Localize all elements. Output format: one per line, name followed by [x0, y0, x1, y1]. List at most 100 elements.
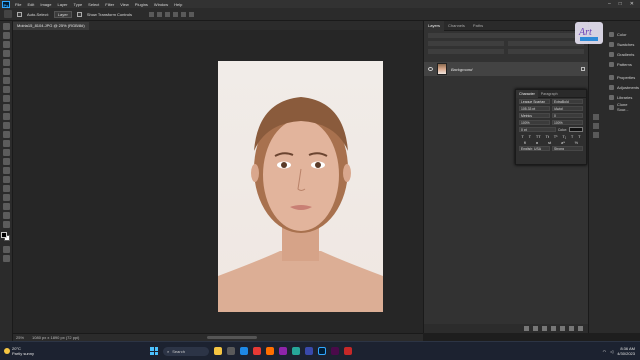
align-right-icon[interactable] — [164, 11, 170, 17]
vertical-scale-field[interactable]: 100% — [519, 120, 550, 125]
close-icon[interactable]: ✕ — [630, 1, 634, 7]
screen-mode-icon[interactable] — [2, 255, 10, 262]
adjustment-layer-icon[interactable] — [551, 326, 556, 331]
visibility-eye-icon[interactable] — [428, 67, 433, 71]
quick-selection-tool-icon[interactable] — [2, 59, 10, 66]
layer-style-icon[interactable] — [533, 326, 538, 331]
tab-paths[interactable]: Paths — [469, 21, 487, 31]
marquee-tool-icon[interactable] — [2, 41, 10, 48]
maximize-icon[interactable]: □ — [619, 1, 622, 7]
taskbar-search[interactable]: ⌕ Search — [163, 346, 209, 356]
menu-window[interactable]: Window — [151, 2, 171, 7]
transform-controls-checkbox[interactable] — [76, 11, 82, 17]
artboard-tool-icon[interactable] — [2, 32, 10, 39]
volume-icon[interactable]: ◁ — [610, 349, 613, 354]
mail-app-icon[interactable] — [305, 347, 313, 355]
align-middle-icon[interactable] — [180, 11, 186, 17]
edit-toolbar-icon[interactable] — [2, 221, 10, 228]
tab-paragraph[interactable]: Paragraph — [538, 90, 561, 98]
align-top-icon[interactable] — [172, 11, 178, 17]
ligature-icon[interactable]: fi — [524, 140, 526, 145]
more-options-icon[interactable] — [188, 11, 194, 17]
blend-mode-dropdown[interactable] — [428, 40, 504, 46]
menu-file[interactable]: File — [12, 2, 24, 7]
layer-kind-filter[interactable] — [428, 32, 584, 38]
foreground-color-swatch[interactable] — [1, 232, 7, 238]
new-layer-icon[interactable] — [569, 326, 574, 331]
history-brush-tool-icon[interactable] — [2, 122, 10, 129]
gradient-tool-icon[interactable] — [2, 140, 10, 147]
menu-filter[interactable]: Filter — [102, 2, 117, 7]
photoshop-taskbar-icon[interactable] — [318, 347, 326, 355]
menu-type[interactable]: Type — [71, 2, 86, 7]
menu-plugins[interactable]: Plugins — [132, 2, 151, 7]
dock-item-properties[interactable]: Properties — [589, 72, 640, 82]
brush-tool-icon[interactable] — [2, 104, 10, 111]
character-panel-icon[interactable] — [593, 123, 599, 129]
font-family-dropdown[interactable]: League Spartan — [519, 99, 550, 104]
zoom-level[interactable]: 25% — [16, 335, 24, 340]
dock-item-adjustments[interactable]: Adjustments — [589, 82, 640, 92]
document-canvas[interactable] — [218, 61, 383, 312]
blur-tool-icon[interactable] — [2, 149, 10, 156]
faux-bold-icon[interactable]: T — [521, 134, 523, 139]
file-explorer-icon[interactable] — [214, 347, 222, 355]
fill-field[interactable] — [508, 48, 584, 54]
horizontal-scale-field[interactable]: 100% — [552, 120, 583, 125]
weather-widget[interactable]: 20°C Partly sunny — [0, 346, 150, 356]
language-dropdown[interactable]: English: USA — [519, 146, 550, 151]
small-caps-icon[interactable]: Tt — [545, 134, 549, 139]
clock[interactable]: 8:36 AM 4/30/2023 — [617, 346, 635, 356]
eraser-tool-icon[interactable] — [2, 131, 10, 138]
antialias-dropdown[interactable]: Strong — [552, 146, 583, 151]
layer-name[interactable]: Background — [451, 67, 472, 72]
start-button-icon[interactable] — [150, 347, 158, 355]
document-info[interactable]: 1080 px x 1890 px (72 ppi) — [32, 335, 79, 340]
faux-italic-icon[interactable]: T — [529, 134, 531, 139]
chrome-browser-icon[interactable] — [253, 347, 261, 355]
type-tool-icon[interactable] — [2, 176, 10, 183]
pen-tool-icon[interactable] — [2, 167, 10, 174]
old-style-icon[interactable]: ɵ — [536, 140, 538, 145]
crop-tool-icon[interactable] — [2, 68, 10, 75]
clone-stamp-tool-icon[interactable] — [2, 113, 10, 120]
menu-layer[interactable]: Layer — [54, 2, 70, 7]
acrobat-taskbar-icon[interactable] — [344, 347, 352, 355]
layer-item-background[interactable]: Background — [424, 62, 589, 76]
menu-help[interactable]: Help — [171, 2, 185, 7]
menu-edit[interactable]: Edit — [24, 2, 37, 7]
rectangle-tool-icon[interactable] — [2, 194, 10, 201]
menu-view[interactable]: View — [117, 2, 132, 7]
lasso-tool-icon[interactable] — [2, 50, 10, 57]
menu-image[interactable]: Image — [37, 2, 54, 7]
fraction-icon[interactable]: ½ — [575, 140, 578, 145]
history-panel-icon[interactable] — [593, 114, 599, 120]
add-mask-icon[interactable] — [542, 326, 547, 331]
kerning-field[interactable]: Metrics — [519, 113, 550, 118]
store-app-icon[interactable] — [292, 347, 300, 355]
eyedropper-tool-icon[interactable] — [2, 86, 10, 93]
wifi-icon[interactable]: ◠ — [603, 349, 607, 354]
path-selection-tool-icon[interactable] — [2, 185, 10, 192]
new-group-icon[interactable] — [560, 326, 565, 331]
link-layers-icon[interactable] — [524, 326, 529, 331]
superscript-icon[interactable]: T¹ — [554, 134, 558, 139]
quick-mask-icon[interactable] — [2, 246, 10, 253]
dock-item-gradients[interactable]: Gradients — [589, 49, 640, 59]
opacity-field[interactable] — [508, 40, 584, 46]
premiere-taskbar-icon[interactable] — [331, 347, 339, 355]
edge-browser-icon[interactable] — [240, 347, 248, 355]
font-style-dropdown[interactable]: ExtraBold — [552, 99, 583, 104]
healing-brush-tool-icon[interactable] — [2, 95, 10, 102]
align-left-icon[interactable] — [148, 11, 154, 17]
document-tab[interactable]: Moiria15_8104.JPG @ 25% (RGB/8#) — [13, 22, 89, 30]
color-swatches[interactable] — [1, 232, 11, 242]
tab-character[interactable]: Character — [516, 89, 538, 98]
text-color-swatch[interactable] — [569, 127, 583, 132]
leading-field[interactable]: (Auto) — [552, 106, 583, 111]
tab-layers[interactable]: Layers — [424, 20, 445, 31]
move-tool-preset-icon[interactable] — [4, 10, 12, 18]
auto-select-checkbox[interactable] — [17, 11, 22, 17]
menu-select[interactable]: Select — [85, 2, 102, 7]
firefox-browser-icon[interactable] — [266, 347, 274, 355]
